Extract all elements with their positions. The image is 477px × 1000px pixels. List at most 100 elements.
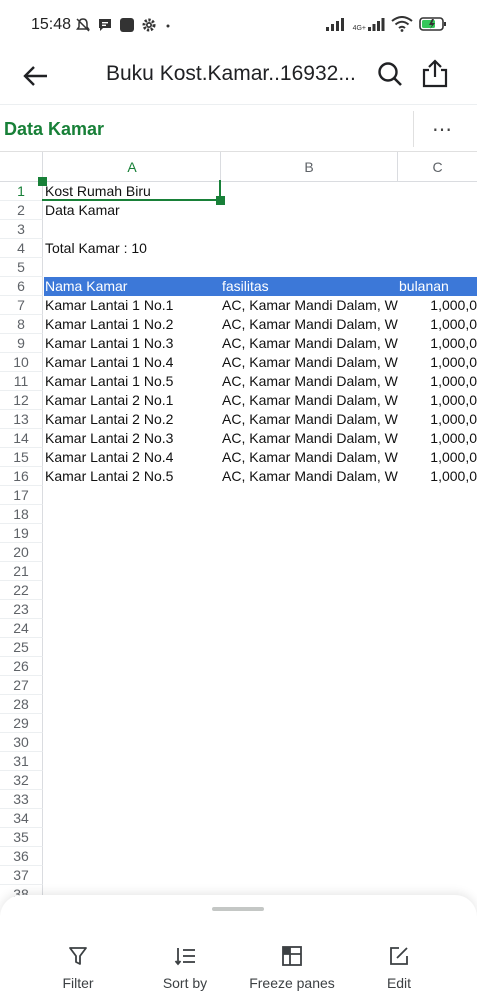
row-number[interactable]: 10 <box>0 353 43 372</box>
cell-a13[interactable]: Kamar Lantai 2 No.2 <box>44 410 221 429</box>
cell-b16[interactable]: AC, Kamar Mandi Dalam, W <box>221 467 398 486</box>
cell-a9[interactable]: Kamar Lantai 1 No.3 <box>44 334 221 353</box>
cell-b4[interactable] <box>221 239 398 258</box>
freeze-panes-button[interactable]: Freeze panes <box>241 945 343 995</box>
drag-handle[interactable] <box>212 907 264 911</box>
row-number[interactable]: 24 <box>0 619 43 638</box>
row-number[interactable]: 17 <box>0 486 43 505</box>
cell-b14[interactable]: AC, Kamar Mandi Dalam, W <box>221 429 398 448</box>
search-icon[interactable] <box>376 60 404 88</box>
cell-c2[interactable] <box>398 201 477 220</box>
cell-c12[interactable]: 1,000,0 <box>398 391 477 410</box>
row-number[interactable]: 12 <box>0 391 43 410</box>
cell-b13[interactable]: AC, Kamar Mandi Dalam, W <box>221 410 398 429</box>
column-header-c[interactable]: C <box>398 152 477 182</box>
cell-a7[interactable]: Kamar Lantai 1 No.1 <box>44 296 221 315</box>
edit-button[interactable]: Edit <box>349 945 449 995</box>
empty-cells[interactable] <box>44 676 477 695</box>
cell-c8[interactable]: 1,000,0 <box>398 315 477 334</box>
filter-button[interactable]: Filter <box>28 945 128 995</box>
row-number[interactable]: 25 <box>0 638 43 657</box>
cell-a5[interactable] <box>44 258 221 277</box>
empty-cells[interactable] <box>44 581 477 600</box>
row-number[interactable]: 7 <box>0 296 43 315</box>
cell-a2[interactable]: Data Kamar <box>44 201 221 220</box>
empty-cells[interactable] <box>44 505 477 524</box>
cell-a11[interactable]: Kamar Lantai 1 No.5 <box>44 372 221 391</box>
row-number[interactable]: 35 <box>0 828 43 847</box>
cell-a6[interactable]: Nama Kamar <box>44 277 221 296</box>
more-options-icon[interactable]: ⋯ <box>432 117 453 142</box>
row-number[interactable]: 36 <box>0 847 43 866</box>
row-number[interactable]: 19 <box>0 524 43 543</box>
row-number[interactable]: 18 <box>0 505 43 524</box>
row-number[interactable]: 9 <box>0 334 43 353</box>
row-number[interactable]: 2 <box>0 201 43 220</box>
cell-a10[interactable]: Kamar Lantai 1 No.4 <box>44 353 221 372</box>
empty-cells[interactable] <box>44 619 477 638</box>
row-number[interactable]: 3 <box>0 220 43 239</box>
row-number[interactable]: 34 <box>0 809 43 828</box>
empty-cells[interactable] <box>44 543 477 562</box>
row-number[interactable]: 29 <box>0 714 43 733</box>
cell-b1[interactable] <box>221 182 398 201</box>
cell-b10[interactable]: AC, Kamar Mandi Dalam, W <box>221 353 398 372</box>
cell-b8[interactable]: AC, Kamar Mandi Dalam, W <box>221 315 398 334</box>
cell-c7[interactable]: 1,000,0 <box>398 296 477 315</box>
row-number[interactable]: 22 <box>0 581 43 600</box>
row-number[interactable]: 30 <box>0 733 43 752</box>
cell-c5[interactable] <box>398 258 477 277</box>
row-number[interactable]: 21 <box>0 562 43 581</box>
cell-a16[interactable]: Kamar Lantai 2 No.5 <box>44 467 221 486</box>
cell-c14[interactable]: 1,000,0 <box>398 429 477 448</box>
row-number[interactable]: 27 <box>0 676 43 695</box>
share-icon[interactable] <box>421 58 449 88</box>
cell-c15[interactable]: 1,000,0 <box>398 448 477 467</box>
cell-c9[interactable]: 1,000,0 <box>398 334 477 353</box>
empty-cells[interactable] <box>44 524 477 543</box>
cell-b5[interactable] <box>221 258 398 277</box>
row-number[interactable]: 1 <box>0 182 43 201</box>
row-number[interactable]: 5 <box>0 258 43 277</box>
select-all-corner[interactable] <box>0 152 43 182</box>
cell-b12[interactable]: AC, Kamar Mandi Dalam, W <box>221 391 398 410</box>
empty-cells[interactable] <box>44 486 477 505</box>
row-number[interactable]: 20 <box>0 543 43 562</box>
empty-cells[interactable] <box>44 562 477 581</box>
empty-cells[interactable] <box>44 828 477 847</box>
sheet-tab-data-kamar[interactable]: Data Kamar <box>4 119 104 140</box>
empty-cells[interactable] <box>44 847 477 866</box>
row-number[interactable]: 26 <box>0 657 43 676</box>
cell-c16[interactable]: 1,000,0 <box>398 467 477 486</box>
cell-c11[interactable]: 1,000,0 <box>398 372 477 391</box>
cell-b9[interactable]: AC, Kamar Mandi Dalam, W <box>221 334 398 353</box>
cell-a8[interactable]: Kamar Lantai 1 No.2 <box>44 315 221 334</box>
row-number[interactable]: 23 <box>0 600 43 619</box>
row-number[interactable]: 28 <box>0 695 43 714</box>
row-number[interactable]: 11 <box>0 372 43 391</box>
spreadsheet-grid[interactable]: A B C 1 Kost Rumah Biru 2 Data Kamar 3 4 Total… <box>0 152 477 900</box>
sort-by-button[interactable]: Sort by <box>135 945 235 995</box>
row-number[interactable]: 33 <box>0 790 43 809</box>
cell-c4[interactable] <box>398 239 477 258</box>
cell-b2[interactable] <box>221 201 398 220</box>
empty-cells[interactable] <box>44 752 477 771</box>
empty-cells[interactable] <box>44 790 477 809</box>
row-number[interactable]: 32 <box>0 771 43 790</box>
row-number[interactable]: 31 <box>0 752 43 771</box>
empty-cells[interactable] <box>44 733 477 752</box>
cell-a3[interactable] <box>44 220 221 239</box>
row-number[interactable]: 16 <box>0 467 43 486</box>
cell-c10[interactable]: 1,000,0 <box>398 353 477 372</box>
empty-cells[interactable] <box>44 638 477 657</box>
cell-a14[interactable]: Kamar Lantai 2 No.3 <box>44 429 221 448</box>
selection-handle-bottom-right[interactable] <box>216 196 225 205</box>
cell-b6[interactable]: fasilitas <box>221 277 398 296</box>
cell-b15[interactable]: AC, Kamar Mandi Dalam, W <box>221 448 398 467</box>
row-number[interactable]: 37 <box>0 866 43 885</box>
empty-cells[interactable] <box>44 809 477 828</box>
cell-b11[interactable]: AC, Kamar Mandi Dalam, W <box>221 372 398 391</box>
row-number[interactable]: 14 <box>0 429 43 448</box>
row-number[interactable]: 13 <box>0 410 43 429</box>
column-header-a[interactable]: A <box>44 152 221 182</box>
